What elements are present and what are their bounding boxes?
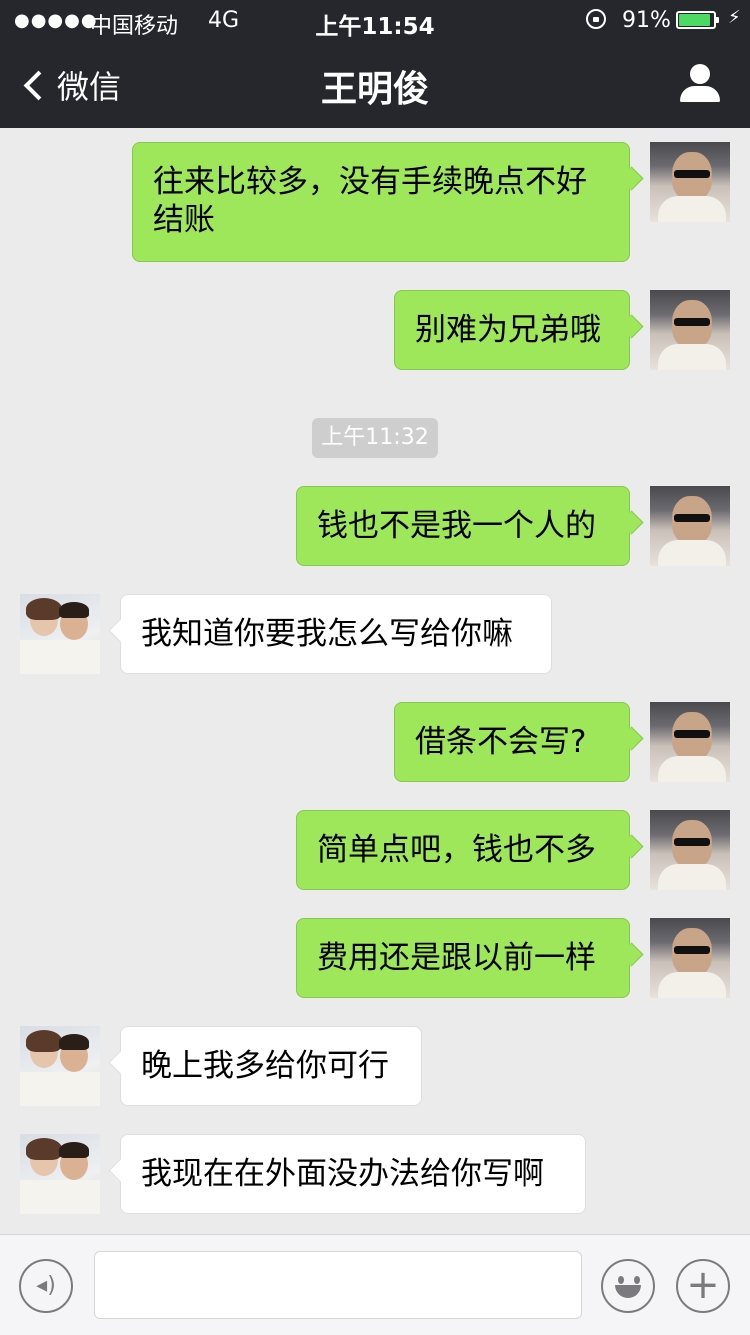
message-text: 我知道你要我怎么写给你嘛 xyxy=(141,616,513,652)
contact-avatar[interactable] xyxy=(20,1134,100,1214)
contact-avatar[interactable] xyxy=(20,1026,100,1106)
nav-bar: ●●●●● 中国移动 4G 上午11:54 91% ⚡ 微信 王明俊 xyxy=(0,0,750,128)
message-text: 晚上我多给你可行 xyxy=(141,1048,389,1084)
message-bubble[interactable]: 别难为兄弟哦 xyxy=(394,290,630,370)
chat-title: 王明俊 xyxy=(320,69,429,110)
voice-input-button[interactable]: ◂) xyxy=(19,1259,73,1313)
status-bar: ●●●●● 中国移动 4G 上午11:54 91% ⚡ xyxy=(0,0,750,42)
input-bar: ◂) + xyxy=(0,1234,750,1335)
message-text: 简单点吧，钱也不多 xyxy=(317,832,596,868)
message-bubble[interactable]: 简单点吧，钱也不多 xyxy=(296,810,630,890)
my-avatar[interactable] xyxy=(650,810,730,890)
battery-percent: 91% xyxy=(622,8,671,33)
message-text: 借条不会写? xyxy=(415,724,587,760)
message-text: 别难为兄弟哦 xyxy=(415,312,601,348)
person-icon-body xyxy=(680,86,720,102)
message-text: 往来比较多，没有手续晚点不好结账 xyxy=(153,164,587,238)
message-bubble[interactable]: 钱也不是我一个人的 xyxy=(296,486,630,566)
emoji-button[interactable] xyxy=(601,1259,655,1313)
rotation-lock-icon xyxy=(586,9,606,29)
message-bubble[interactable]: 费用还是跟以前一样 xyxy=(296,918,630,998)
emoji-icon-eye xyxy=(618,1276,624,1284)
message-bubble[interactable]: 晚上我多给你可行 xyxy=(120,1026,422,1106)
time-divider: 上午11:32 xyxy=(312,418,438,458)
message-input[interactable] xyxy=(94,1251,582,1319)
my-avatar[interactable] xyxy=(650,702,730,782)
message-text: 我现在在外面没办法给你写啊 xyxy=(141,1156,544,1192)
battery-fill xyxy=(679,14,710,26)
battery-icon xyxy=(676,11,719,29)
my-avatar[interactable] xyxy=(650,142,730,222)
my-avatar[interactable] xyxy=(650,290,730,370)
message-text: 钱也不是我一个人的 xyxy=(317,508,596,544)
charging-icon: ⚡ xyxy=(728,7,741,28)
message-text: 费用还是跟以前一样 xyxy=(317,940,596,976)
message-bubble[interactable]: 我现在在外面没办法给你写啊 xyxy=(120,1134,586,1214)
more-options-button[interactable]: + xyxy=(676,1259,730,1313)
message-bubble[interactable]: 往来比较多，没有手续晚点不好结账 xyxy=(132,142,630,262)
contact-avatar[interactable] xyxy=(20,594,100,674)
my-avatar[interactable] xyxy=(650,486,730,566)
message-bubble[interactable]: 我知道你要我怎么写给你嘛 xyxy=(120,594,552,674)
plus-icon: + xyxy=(686,1262,720,1308)
person-icon-head xyxy=(690,64,710,84)
my-avatar[interactable] xyxy=(650,918,730,998)
emoji-icon-eye xyxy=(634,1276,640,1284)
emoji-icon-mouth xyxy=(615,1285,641,1298)
voice-icon: ◂) xyxy=(36,1273,56,1298)
contact-info-button[interactable] xyxy=(680,64,720,104)
message-bubble[interactable]: 借条不会写? xyxy=(394,702,630,782)
